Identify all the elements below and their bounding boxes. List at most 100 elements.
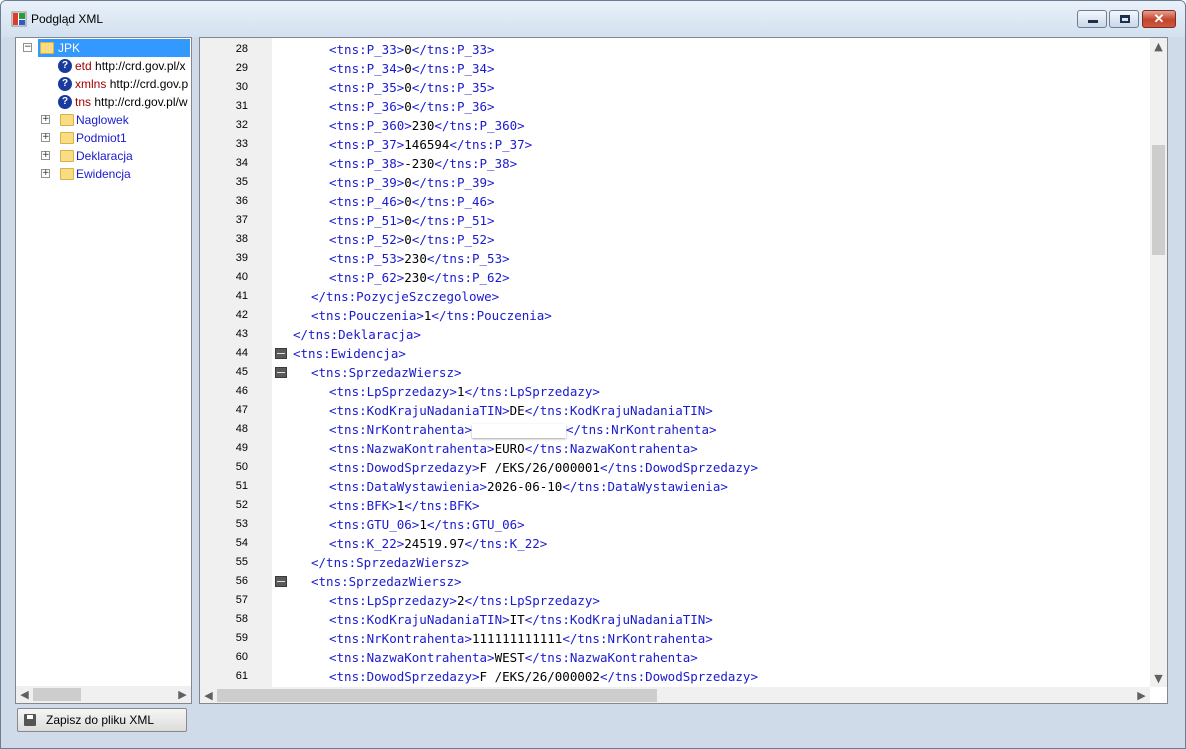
fold-collapse-icon[interactable] (275, 367, 287, 378)
maximize-button[interactable] (1109, 10, 1139, 28)
line-number: 44 (235, 347, 248, 359)
scroll-thumb[interactable] (33, 688, 81, 701)
scroll-thumb[interactable] (217, 689, 657, 702)
code-line[interactable]: 50 <tns:DowodSprzedazy>F /EKS/26/000001</… (200, 458, 1150, 477)
code-line[interactable]: 41 </tns:PozycjeSzczegolowe> (200, 287, 1150, 306)
code-line[interactable]: 52 <tns:BFK>1</tns:BFK> (200, 496, 1150, 515)
expand-icon[interactable]: + (41, 151, 50, 160)
xml-source-editor[interactable]: 28 <tns:P_33>0</tns:P_33> 29 <tns:P_34>0</t… (199, 37, 1168, 704)
app-icon (11, 11, 27, 27)
code-line[interactable]: 43 </tns:Deklaracja> (200, 325, 1150, 344)
line-number: 45 (235, 366, 248, 378)
code-line[interactable]: 31 <tns:P_36>0</tns:P_36> (200, 97, 1150, 116)
collapse-icon[interactable]: − (23, 43, 32, 52)
code-line[interactable]: 45 <tns:SprzedazWiersz> (200, 363, 1150, 382)
code-line[interactable]: 49 <tns:NazwaKontrahenta>EURO</tns:NazwaK… (200, 439, 1150, 458)
tree-attr-tns[interactable]: ? tns http://crd.gov.pl/w (56, 93, 191, 111)
code-line[interactable]: 46 <tns:LpSprzedazy>1</tns:LpSprzedazy> (200, 382, 1150, 401)
code-line[interactable]: 54 <tns:K_22>24519.97</tns:K_22> (200, 534, 1150, 553)
footer-bar: Zapisz do pliku XML (1, 705, 1185, 748)
line-number: 31 (235, 100, 248, 112)
line-number: 30 (235, 81, 248, 93)
expand-icon[interactable]: + (41, 133, 50, 142)
expand-icon[interactable]: + (41, 115, 50, 124)
fold-collapse-icon[interactable] (275, 348, 287, 359)
tree-node-deklaracja[interactable]: Deklaracja (58, 147, 188, 165)
minimize-button[interactable] (1077, 10, 1107, 28)
tree-horizontal-scrollbar[interactable]: ◀ ▶ (16, 686, 191, 703)
code-line[interactable]: 40 <tns:P_62>230</tns:P_62> (200, 268, 1150, 287)
scroll-left-icon[interactable]: ◀ (16, 686, 33, 703)
code-line[interactable]: 42 <tns:Pouczenia>1</tns:Pouczenia> (200, 306, 1150, 325)
scroll-thumb[interactable] (1152, 145, 1165, 255)
code-line[interactable]: 47 <tns:KodKrajuNadaniaTIN>DE</tns:KodKra… (200, 401, 1150, 420)
code-line[interactable]: 57 <tns:LpSprzedazy>2</tns:LpSprzedazy> (200, 591, 1150, 610)
code-line[interactable]: 29 <tns:P_34>0</tns:P_34> (200, 59, 1150, 78)
redacted-value (472, 423, 566, 438)
scroll-left-icon[interactable]: ◀ (200, 687, 217, 703)
xml-closing-tag: </tns:Pouczenia> (431, 308, 552, 323)
title-bar[interactable]: Podgląd XML ✕ (1, 1, 1185, 37)
xml-closing-tag: </tns:P_39> (411, 175, 495, 190)
xml-closing-tag: </tns:P_37> (449, 137, 533, 152)
scroll-up-icon[interactable]: ▲ (1150, 38, 1167, 55)
xml-closing-tag: </tns:P_360> (434, 118, 525, 133)
scroll-down-icon[interactable]: ▼ (1150, 670, 1167, 687)
code-line[interactable]: 36 <tns:P_46>0</tns:P_46> (200, 192, 1150, 211)
code-line[interactable]: 61 <tns:DowodSprzedazy>F /EKS/26/000002</… (200, 667, 1150, 686)
code-line[interactable]: 37 <tns:P_51>0</tns:P_51> (200, 211, 1150, 230)
xml-closing-tag: </tns:P_38> (434, 156, 518, 171)
line-number: 39 (235, 252, 248, 264)
xml-opening-tag: <tns:DowodSprzedazy> (329, 460, 480, 475)
xml-code: <tns:P_35>0</tns:P_35> (329, 78, 495, 97)
code-line[interactable]: 59 <tns:NrKontrahenta>111111111111</tns:N… (200, 629, 1150, 648)
editor-horizontal-scrollbar[interactable]: ◀ ▶ (200, 687, 1150, 703)
xml-value: F /EKS/26/000002 (479, 669, 600, 684)
code-line[interactable]: 30 <tns:P_35>0</tns:P_35> (200, 78, 1150, 97)
attr-value: http://crd.gov.pl/w (94, 95, 188, 109)
close-button[interactable]: ✕ (1142, 10, 1176, 28)
xml-code: <tns:BFK>1</tns:BFK> (329, 496, 480, 515)
code-line[interactable]: 51 <tns:DataWystawienia>2026-06-10</tns:D… (200, 477, 1150, 496)
xml-opening-tag: <tns:P_360> (329, 118, 412, 133)
xml-code: <tns:P_53>230</tns:P_53> (329, 249, 510, 268)
code-line[interactable]: 33 <tns:P_37>146594</tns:P_37> (200, 135, 1150, 154)
scroll-right-icon[interactable]: ▶ (1133, 687, 1150, 703)
tree-attr-etd[interactable]: ? etd http://crd.gov.pl/x (56, 57, 191, 75)
line-number: 33 (235, 138, 248, 150)
tree-node-naglowek[interactable]: Naglowek (58, 111, 188, 129)
editor-vertical-scrollbar[interactable]: ▲ ▼ (1150, 38, 1167, 687)
tree-node-jpk[interactable]: JPK (38, 39, 190, 57)
xml-value: 1 (419, 517, 427, 532)
code-line[interactable]: 44 <tns:Ewidencja> (200, 344, 1150, 363)
code-line[interactable]: 32 <tns:P_360>230</tns:P_360> (200, 116, 1150, 135)
code-line[interactable]: 55 </tns:SprzedazWiersz> (200, 553, 1150, 572)
code-line[interactable]: 34 <tns:P_38>-230</tns:P_38> (200, 154, 1150, 173)
code-line[interactable]: 53 <tns:GTU_06>1</tns:GTU_06> (200, 515, 1150, 534)
fold-collapse-icon[interactable] (275, 576, 287, 587)
code-line[interactable]: 35 <tns:P_39>0</tns:P_39> (200, 173, 1150, 192)
code-line[interactable]: 38 <tns:P_52>0</tns:P_52> (200, 230, 1150, 249)
xml-tree-panel[interactable]: JPK − ? etd http://crd.gov.pl/x ? xmlns … (15, 37, 192, 704)
line-number: 56 (235, 575, 248, 587)
expand-icon[interactable]: + (41, 169, 50, 178)
tree-node-label: JPK (58, 41, 81, 55)
line-number: 61 (235, 670, 248, 682)
tree-attr-xmlns[interactable]: ? xmlns http://crd.gov.p (56, 75, 191, 93)
tree-node-ewidencja[interactable]: Ewidencja (58, 165, 188, 183)
xml-code: <tns:DowodSprzedazy>F /EKS/26/000001</tn… (329, 458, 758, 477)
xml-code: <tns:K_22>24519.97</tns:K_22> (329, 534, 547, 553)
code-line[interactable]: 39 <tns:P_53>230</tns:P_53> (200, 249, 1150, 268)
code-line[interactable]: 48 <tns:NrKontrahenta> </tns:NrKontrahenta… (200, 420, 1150, 439)
tree-node-podmiot1[interactable]: Podmiot1 (58, 129, 188, 147)
save-to-xml-button[interactable]: Zapisz do pliku XML (17, 708, 187, 732)
xml-closing-tag: </tns:DowodSprzedazy> (599, 669, 758, 684)
code-line[interactable]: 28 <tns:P_33>0</tns:P_33> (200, 40, 1150, 59)
code-line[interactable]: 56 <tns:SprzedazWiersz> (200, 572, 1150, 591)
scroll-right-icon[interactable]: ▶ (174, 686, 191, 703)
xml-code: <tns:NrKontrahenta> </tns:NrKontrahenta> (329, 420, 717, 439)
code-line[interactable]: 60 <tns:NazwaKontrahenta>WEST</tns:NazwaK… (200, 648, 1150, 667)
code-line[interactable]: 58 <tns:KodKrajuNadaniaTIN>IT</tns:KodKra… (200, 610, 1150, 629)
xml-code: <tns:SprzedazWiersz> (311, 363, 462, 382)
xml-value: 146594 (404, 137, 450, 152)
